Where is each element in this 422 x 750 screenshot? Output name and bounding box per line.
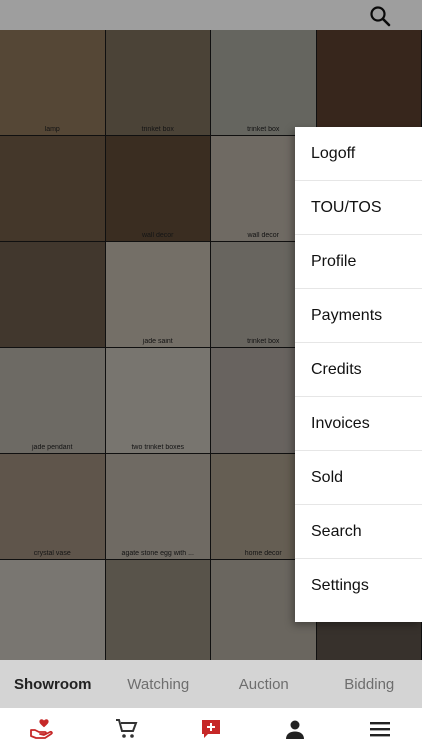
menu-item-profile[interactable]: Profile xyxy=(295,235,422,289)
nav-add-listing[interactable] xyxy=(169,708,253,750)
nav-menu[interactable] xyxy=(338,708,422,750)
menu-item-settings[interactable]: Settings xyxy=(295,559,422,613)
menu-item-search[interactable]: Search xyxy=(295,505,422,559)
tab-auction[interactable]: Auction xyxy=(211,660,317,708)
bottom-navigation xyxy=(0,708,422,750)
cart-icon xyxy=(115,719,138,738)
menu-item-payments[interactable]: Payments xyxy=(295,289,422,343)
nav-cart[interactable] xyxy=(84,708,168,750)
menu-item-invoices[interactable]: Invoices xyxy=(295,397,422,451)
tab-bidding[interactable]: Bidding xyxy=(317,660,422,708)
menu-icon xyxy=(369,722,390,737)
add-listing-icon xyxy=(202,720,221,738)
menu-item-credits[interactable]: Credits xyxy=(295,343,422,397)
tab-watching[interactable]: Watching xyxy=(106,660,212,708)
menu-item-tou-tos[interactable]: TOU/TOS xyxy=(295,181,422,235)
menu-item-logoff[interactable]: Logoff xyxy=(295,127,422,181)
tab-showroom[interactable]: Showroom xyxy=(0,660,106,708)
menu-item-sold[interactable]: Sold xyxy=(295,451,422,505)
section-tabs: Showroom Watching Auction Bidding xyxy=(0,660,422,708)
nav-profile[interactable] xyxy=(253,708,337,750)
overflow-menu: Logoff TOU/TOS Profile Payments Credits … xyxy=(295,127,422,622)
hand-heart-icon xyxy=(30,719,53,739)
nav-donate[interactable] xyxy=(0,708,84,750)
person-icon xyxy=(286,720,305,739)
